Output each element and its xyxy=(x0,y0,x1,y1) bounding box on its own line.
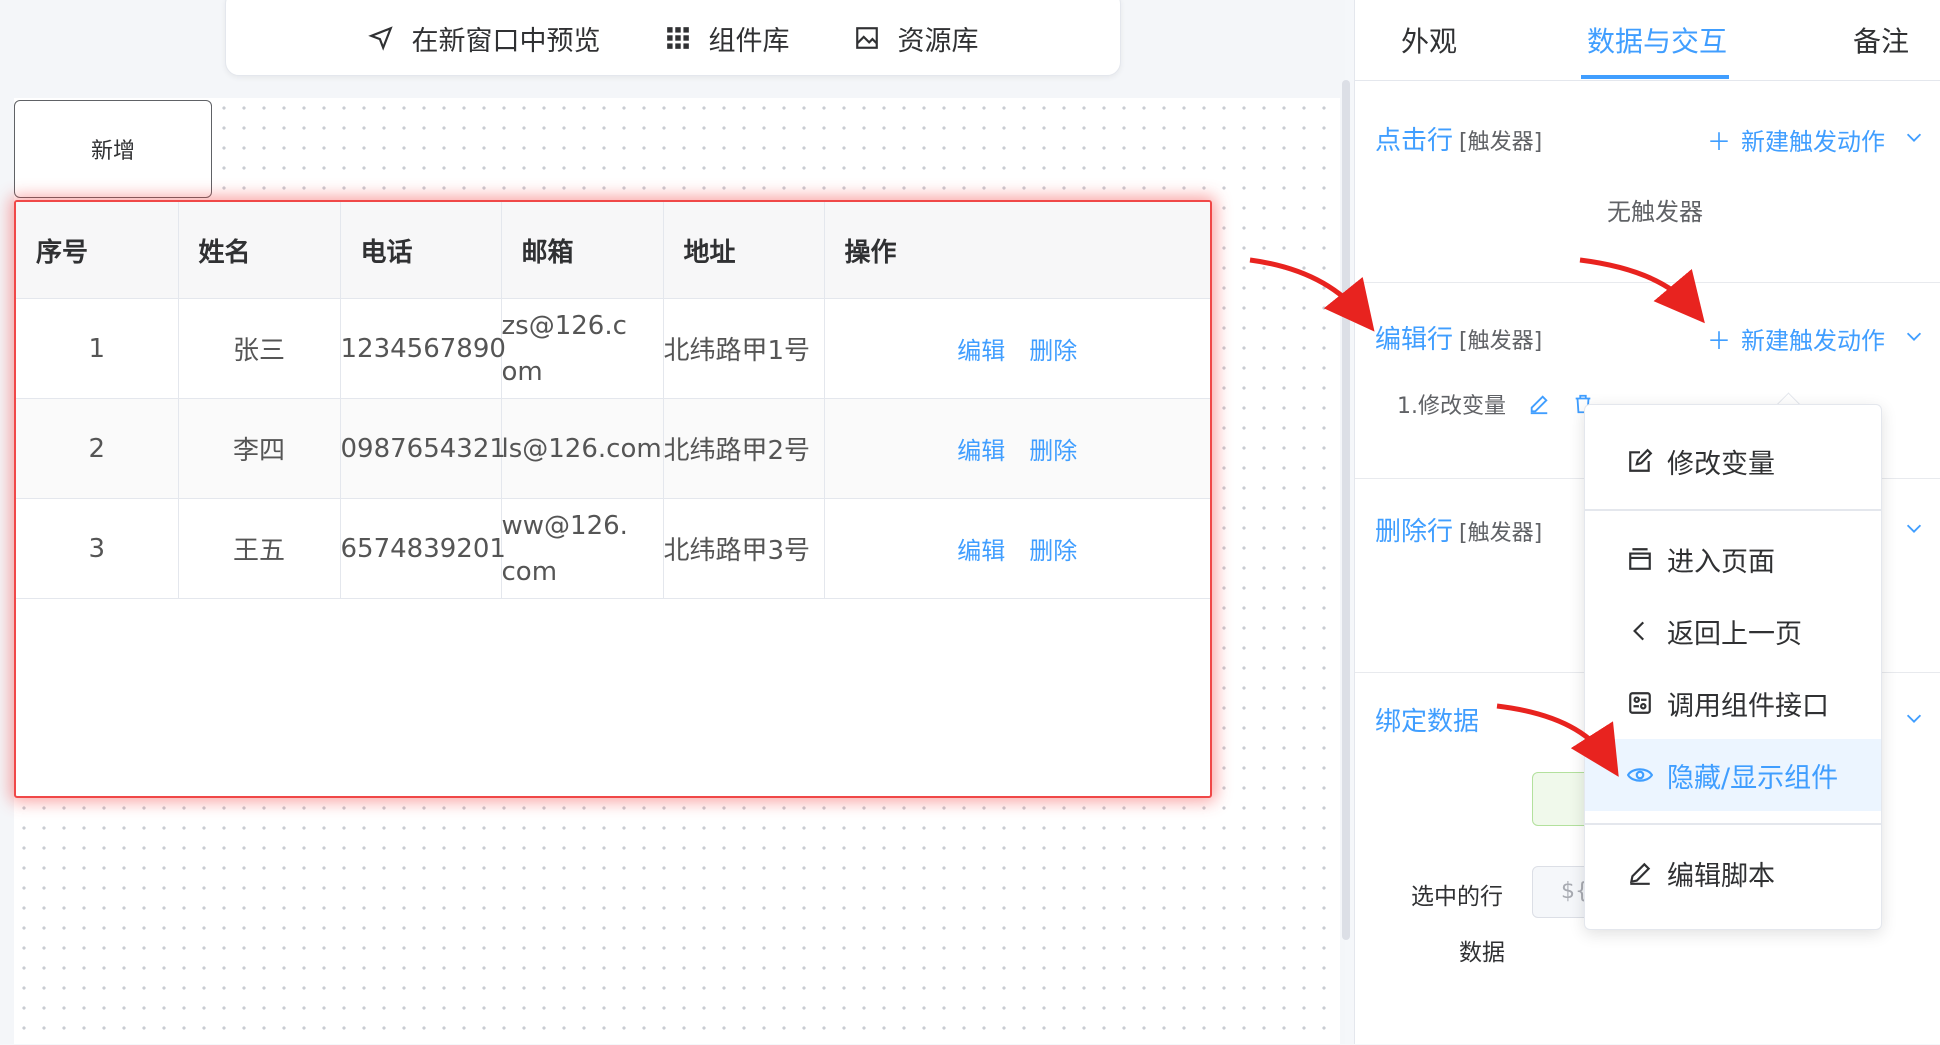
cell-actions: 编辑 删除 xyxy=(824,398,1210,499)
navigation-arrow-icon xyxy=(367,26,393,51)
cell-actions: 编辑 删除 xyxy=(824,498,1210,599)
menu-divider xyxy=(1585,509,1881,511)
asset-library-button[interactable]: 资源库 xyxy=(854,19,979,58)
cell-address: 北纬路甲3号 xyxy=(663,498,825,599)
cell-name: 张三 xyxy=(178,298,341,399)
edit-link[interactable]: 编辑 xyxy=(957,537,1005,565)
api-icon xyxy=(1629,692,1651,714)
delete-link[interactable]: 删除 xyxy=(1029,337,1077,365)
asset-library-label: 资源库 xyxy=(897,25,979,57)
bind-data-title[interactable]: 绑定数据 xyxy=(1375,701,1479,738)
selected-row-input[interactable]: ${ xyxy=(1532,866,1592,918)
edit-link[interactable]: 编辑 xyxy=(957,337,1005,365)
table-row[interactable]: 3 王五 6574839201 ww@126.com 北纬路甲3号 编辑 删除 xyxy=(16,498,1210,599)
cell-phone: 0987654321 xyxy=(340,398,506,499)
menu-divider xyxy=(1585,823,1881,825)
tab-appearance[interactable]: 外观 xyxy=(1401,20,1457,60)
new-action-button[interactable]: ＋新建触发动作 xyxy=(1707,122,1885,157)
cell-actions: 编辑 删除 xyxy=(824,298,1210,399)
cell-address: 北纬路甲1号 xyxy=(663,298,825,399)
cell-name: 李四 xyxy=(178,398,341,499)
plus-icon: ＋ xyxy=(1707,327,1731,355)
edit-row-title[interactable]: 编辑行 [触发器] xyxy=(1375,319,1542,356)
eye-icon xyxy=(1627,768,1653,782)
component-library-label: 组件库 xyxy=(708,25,790,57)
menu-item-hide-show-component[interactable]: 隐藏/显示组件 xyxy=(1585,739,1881,811)
edit-link[interactable]: 编辑 xyxy=(957,437,1005,465)
window-icon xyxy=(1629,548,1651,570)
pen-icon xyxy=(1629,862,1651,885)
data-table[interactable]: 序号 姓名 电话 邮箱 地址 操作 1 张三 1234567890 zs@126… xyxy=(14,200,1212,798)
delete-link[interactable]: 删除 xyxy=(1029,537,1077,565)
header-email: 邮箱 xyxy=(501,202,664,299)
header-name: 姓名 xyxy=(178,202,341,299)
grid-icon xyxy=(666,27,689,49)
cell-email: ls@126.com xyxy=(501,398,664,499)
preview-new-window-button[interactable]: 在新窗口中预览 xyxy=(367,19,601,58)
action-item[interactable]: 1.修改变量 xyxy=(1397,388,1594,420)
chevron-down-icon[interactable] xyxy=(1903,126,1925,148)
chevron-down-icon[interactable] xyxy=(1903,517,1925,539)
click-row-title[interactable]: 点击行 [触发器] xyxy=(1375,120,1542,157)
table-header-row: 序号 姓名 电话 邮箱 地址 操作 xyxy=(16,202,1210,299)
cell-index: 2 xyxy=(16,398,179,499)
cell-phone: 6574839201 xyxy=(340,498,506,599)
menu-item-edit-script[interactable]: 编辑脚本 xyxy=(1585,837,1881,909)
header-phone: 电话 xyxy=(340,202,502,299)
selected-row-label-2: 数据 xyxy=(1459,940,1505,966)
menu-item-call-component-api[interactable]: 调用组件接口 xyxy=(1585,667,1881,739)
image-icon xyxy=(855,27,878,49)
cell-index: 1 xyxy=(16,298,179,399)
cell-address: 北纬路甲2号 xyxy=(663,398,825,499)
canvas-scrollbar[interactable] xyxy=(1342,80,1350,940)
preview-label: 在新窗口中预览 xyxy=(411,25,601,57)
menu-item-enter-page[interactable]: 进入页面 xyxy=(1585,523,1881,595)
cell-phone: 1234567890 xyxy=(340,298,506,399)
menu-item-go-back[interactable]: 返回上一页 xyxy=(1585,595,1881,667)
panel-tabs: 外观 数据与交互 备注 xyxy=(1355,0,1940,81)
delete-link[interactable]: 删除 xyxy=(1029,437,1077,465)
header-index: 序号 xyxy=(16,202,179,299)
edit-icon[interactable] xyxy=(1528,393,1550,415)
tab-data-interaction[interactable]: 数据与交互 xyxy=(1587,20,1727,60)
delete-row-title[interactable]: 删除行 [触发器] xyxy=(1375,511,1542,548)
cell-email: ww@126.com xyxy=(501,498,664,599)
no-trigger-text: 无触发器 xyxy=(1607,198,1703,226)
cell-email: zs@126.com xyxy=(501,298,664,399)
table-row[interactable]: 2 李四 0987654321 ls@126.com 北纬路甲2号 编辑 删除 xyxy=(16,398,1210,499)
new-action-button[interactable]: ＋新建触发动作 xyxy=(1707,321,1885,356)
menu-item-modify-variable[interactable]: 修改变量 xyxy=(1585,425,1881,497)
tab-notes[interactable]: 备注 xyxy=(1853,20,1909,60)
chevron-left-icon xyxy=(1633,621,1645,641)
component-library-button[interactable]: 组件库 xyxy=(665,19,790,58)
section-click-row: 点击行 [触发器] ＋新建触发动作 无触发器 xyxy=(1355,80,1940,282)
design-canvas[interactable]: 在新窗口中预览 组件库 资源库 新增 序号 姓名 电话 邮箱 地址 操作 1 张… xyxy=(0,0,1350,1044)
active-tab-indicator xyxy=(1581,75,1729,79)
action-item-label: 1.修改变量 xyxy=(1397,394,1506,419)
table-row[interactable]: 1 张三 1234567890 zs@126.com 北纬路甲1号 编辑 删除 xyxy=(16,298,1210,399)
chevron-down-icon[interactable] xyxy=(1903,707,1925,729)
header-address: 地址 xyxy=(663,202,825,299)
add-button[interactable]: 新增 xyxy=(14,100,212,198)
cell-index: 3 xyxy=(16,498,179,599)
action-dropdown-menu: 修改变量 进入页面 返回上一页 调用组件接口 隐藏/显示组件 编辑脚本 xyxy=(1584,404,1882,930)
chevron-down-icon[interactable] xyxy=(1903,325,1925,347)
header-actions: 操作 xyxy=(824,202,1210,299)
cell-name: 王五 xyxy=(178,498,341,599)
selected-row-label: 选中的行 xyxy=(1411,884,1503,910)
plus-icon: ＋ xyxy=(1707,128,1731,156)
edit-square-icon xyxy=(1629,448,1653,472)
top-toolbar: 在新窗口中预览 组件库 资源库 xyxy=(225,0,1121,76)
